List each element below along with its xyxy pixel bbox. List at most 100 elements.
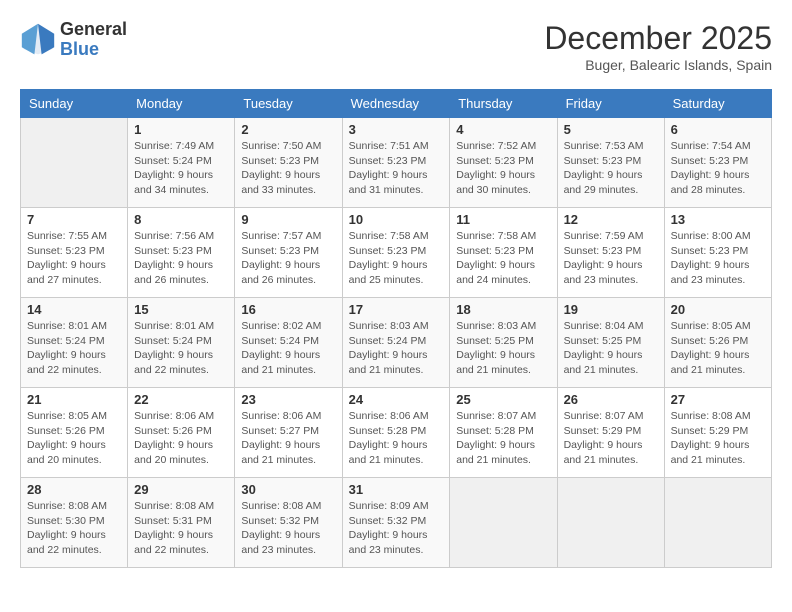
calendar-cell: 8Sunrise: 7:56 AM Sunset: 5:23 PM Daylig… bbox=[128, 208, 235, 298]
day-number: 7 bbox=[27, 212, 121, 227]
day-number: 12 bbox=[564, 212, 658, 227]
day-number: 23 bbox=[241, 392, 335, 407]
calendar-cell bbox=[557, 478, 664, 568]
day-info: Sunrise: 7:53 AM Sunset: 5:23 PM Dayligh… bbox=[564, 139, 658, 198]
calendar-cell: 28 Sunrise: 8:08 AM Sunset: 5:30 PM Dayli… bbox=[21, 478, 128, 568]
calendar-week-row: 28 Sunrise: 8:08 AM Sunset: 5:30 PM Dayli… bbox=[21, 478, 772, 568]
calendar-cell: 12 Sunrise: 7:59 AM Sunset: 5:23 PM Dayli… bbox=[557, 208, 664, 298]
day-info: Sunrise: 8:04 AM Sunset: 5:25 PM Dayligh… bbox=[564, 319, 658, 378]
day-info: Sunrise: 8:03 AM Sunset: 5:24 PM Dayligh… bbox=[349, 319, 444, 378]
day-number: 2 bbox=[241, 122, 335, 137]
calendar-cell: 18 Sunrise: 8:03 AM Sunset: 5:25 PM Dayli… bbox=[450, 298, 557, 388]
calendar-cell: 23 Sunrise: 8:06 AM Sunset: 5:27 PM Dayli… bbox=[235, 388, 342, 478]
calendar-cell: 31Sunrise: 8:09 AM Sunset: 5:32 PM Dayli… bbox=[342, 478, 450, 568]
title-section: December 2025 Buger, Balearic Islands, S… bbox=[544, 20, 772, 73]
day-info: Sunrise: 8:01 AM Sunset: 5:24 PM Dayligh… bbox=[134, 319, 228, 378]
day-number: 30 bbox=[241, 482, 335, 497]
day-number: 28 bbox=[27, 482, 121, 497]
page-header: General Blue December 2025 Buger, Balear… bbox=[20, 20, 772, 73]
calendar-cell: 6Sunrise: 7:54 AM Sunset: 5:23 PM Daylig… bbox=[664, 118, 771, 208]
day-number: 19 bbox=[564, 302, 658, 317]
day-info: Sunrise: 7:59 AM Sunset: 5:23 PM Dayligh… bbox=[564, 229, 658, 288]
calendar-cell: 27 Sunrise: 8:08 AM Sunset: 5:29 PM Dayli… bbox=[664, 388, 771, 478]
calendar-cell: 25Sunrise: 8:07 AM Sunset: 5:28 PM Dayli… bbox=[450, 388, 557, 478]
calendar-cell: 21 Sunrise: 8:05 AM Sunset: 5:26 PM Dayli… bbox=[21, 388, 128, 478]
day-info: Sunrise: 8:06 AM Sunset: 5:28 PM Dayligh… bbox=[349, 409, 444, 468]
day-number: 11 bbox=[456, 212, 550, 227]
day-info: Sunrise: 7:55 AM Sunset: 5:23 PM Dayligh… bbox=[27, 229, 121, 288]
calendar-week-row: 14Sunrise: 8:01 AM Sunset: 5:24 PM Dayli… bbox=[21, 298, 772, 388]
day-number: 27 bbox=[671, 392, 765, 407]
calendar-cell bbox=[450, 478, 557, 568]
day-number: 9 bbox=[241, 212, 335, 227]
calendar-cell: 13Sunrise: 8:00 AM Sunset: 5:23 PM Dayli… bbox=[664, 208, 771, 298]
day-number: 29 bbox=[134, 482, 228, 497]
day-info: Sunrise: 7:58 AM Sunset: 5:23 PM Dayligh… bbox=[349, 229, 444, 288]
day-info: Sunrise: 8:06 AM Sunset: 5:27 PM Dayligh… bbox=[241, 409, 335, 468]
calendar-cell: 11 Sunrise: 7:58 AM Sunset: 5:23 PM Dayli… bbox=[450, 208, 557, 298]
day-header-saturday: Saturday bbox=[664, 90, 771, 118]
day-number: 1 bbox=[134, 122, 228, 137]
location-subtitle: Buger, Balearic Islands, Spain bbox=[544, 57, 772, 73]
day-info: Sunrise: 8:08 AM Sunset: 5:30 PM Dayligh… bbox=[27, 499, 121, 558]
day-info: Sunrise: 7:51 AM Sunset: 5:23 PM Dayligh… bbox=[349, 139, 444, 198]
day-info: Sunrise: 8:08 AM Sunset: 5:29 PM Dayligh… bbox=[671, 409, 765, 468]
day-header-monday: Monday bbox=[128, 90, 235, 118]
day-number: 16 bbox=[241, 302, 335, 317]
month-title: December 2025 bbox=[544, 20, 772, 57]
day-info: Sunrise: 8:08 AM Sunset: 5:32 PM Dayligh… bbox=[241, 499, 335, 558]
logo-text: General Blue bbox=[60, 20, 127, 60]
day-number: 6 bbox=[671, 122, 765, 137]
day-info: Sunrise: 7:49 AM Sunset: 5:24 PM Dayligh… bbox=[134, 139, 228, 198]
calendar-cell: 2 Sunrise: 7:50 AM Sunset: 5:23 PM Daylig… bbox=[235, 118, 342, 208]
day-info: Sunrise: 8:07 AM Sunset: 5:29 PM Dayligh… bbox=[564, 409, 658, 468]
calendar-cell: 9Sunrise: 7:57 AM Sunset: 5:23 PM Daylig… bbox=[235, 208, 342, 298]
day-number: 26 bbox=[564, 392, 658, 407]
day-number: 17 bbox=[349, 302, 444, 317]
calendar-week-row: 21 Sunrise: 8:05 AM Sunset: 5:26 PM Dayli… bbox=[21, 388, 772, 478]
day-header-wednesday: Wednesday bbox=[342, 90, 450, 118]
day-info: Sunrise: 8:08 AM Sunset: 5:31 PM Dayligh… bbox=[134, 499, 228, 558]
day-number: 18 bbox=[456, 302, 550, 317]
calendar-cell: 17 Sunrise: 8:03 AM Sunset: 5:24 PM Dayli… bbox=[342, 298, 450, 388]
day-info: Sunrise: 7:50 AM Sunset: 5:23 PM Dayligh… bbox=[241, 139, 335, 198]
day-info: Sunrise: 8:05 AM Sunset: 5:26 PM Dayligh… bbox=[27, 409, 121, 468]
calendar-week-row: 7 Sunrise: 7:55 AM Sunset: 5:23 PM Daylig… bbox=[21, 208, 772, 298]
calendar-cell bbox=[664, 478, 771, 568]
logo-icon bbox=[20, 22, 56, 58]
calendar-header-row: SundayMondayTuesdayWednesdayThursdayFrid… bbox=[21, 90, 772, 118]
day-header-sunday: Sunday bbox=[21, 90, 128, 118]
day-header-tuesday: Tuesday bbox=[235, 90, 342, 118]
calendar-cell: 5Sunrise: 7:53 AM Sunset: 5:23 PM Daylig… bbox=[557, 118, 664, 208]
calendar-cell: 19 Sunrise: 8:04 AM Sunset: 5:25 PM Dayli… bbox=[557, 298, 664, 388]
day-number: 10 bbox=[349, 212, 444, 227]
calendar-cell: 30 Sunrise: 8:08 AM Sunset: 5:32 PM Dayli… bbox=[235, 478, 342, 568]
day-number: 15 bbox=[134, 302, 228, 317]
calendar-cell: 4Sunrise: 7:52 AM Sunset: 5:23 PM Daylig… bbox=[450, 118, 557, 208]
day-number: 25 bbox=[456, 392, 550, 407]
calendar-week-row: 1 Sunrise: 7:49 AM Sunset: 5:24 PM Daylig… bbox=[21, 118, 772, 208]
calendar-cell: 1 Sunrise: 7:49 AM Sunset: 5:24 PM Daylig… bbox=[128, 118, 235, 208]
calendar-cell: 14Sunrise: 8:01 AM Sunset: 5:24 PM Dayli… bbox=[21, 298, 128, 388]
day-number: 8 bbox=[134, 212, 228, 227]
calendar-cell: 26 Sunrise: 8:07 AM Sunset: 5:29 PM Dayli… bbox=[557, 388, 664, 478]
calendar-cell: 15 Sunrise: 8:01 AM Sunset: 5:24 PM Dayli… bbox=[128, 298, 235, 388]
day-info: Sunrise: 8:09 AM Sunset: 5:32 PM Dayligh… bbox=[349, 499, 444, 558]
calendar-cell: 22Sunrise: 8:06 AM Sunset: 5:26 PM Dayli… bbox=[128, 388, 235, 478]
day-number: 4 bbox=[456, 122, 550, 137]
day-info: Sunrise: 8:01 AM Sunset: 5:24 PM Dayligh… bbox=[27, 319, 121, 378]
calendar-cell: 29 Sunrise: 8:08 AM Sunset: 5:31 PM Dayli… bbox=[128, 478, 235, 568]
day-header-thursday: Thursday bbox=[450, 90, 557, 118]
day-number: 13 bbox=[671, 212, 765, 227]
calendar-table: SundayMondayTuesdayWednesdayThursdayFrid… bbox=[20, 89, 772, 568]
day-info: Sunrise: 8:03 AM Sunset: 5:25 PM Dayligh… bbox=[456, 319, 550, 378]
calendar-cell: 7 Sunrise: 7:55 AM Sunset: 5:23 PM Daylig… bbox=[21, 208, 128, 298]
day-header-friday: Friday bbox=[557, 90, 664, 118]
calendar-cell: 20Sunrise: 8:05 AM Sunset: 5:26 PM Dayli… bbox=[664, 298, 771, 388]
calendar-cell: 10 Sunrise: 7:58 AM Sunset: 5:23 PM Dayli… bbox=[342, 208, 450, 298]
day-info: Sunrise: 8:02 AM Sunset: 5:24 PM Dayligh… bbox=[241, 319, 335, 378]
day-info: Sunrise: 8:05 AM Sunset: 5:26 PM Dayligh… bbox=[671, 319, 765, 378]
day-info: Sunrise: 7:58 AM Sunset: 5:23 PM Dayligh… bbox=[456, 229, 550, 288]
day-number: 21 bbox=[27, 392, 121, 407]
calendar-cell bbox=[21, 118, 128, 208]
